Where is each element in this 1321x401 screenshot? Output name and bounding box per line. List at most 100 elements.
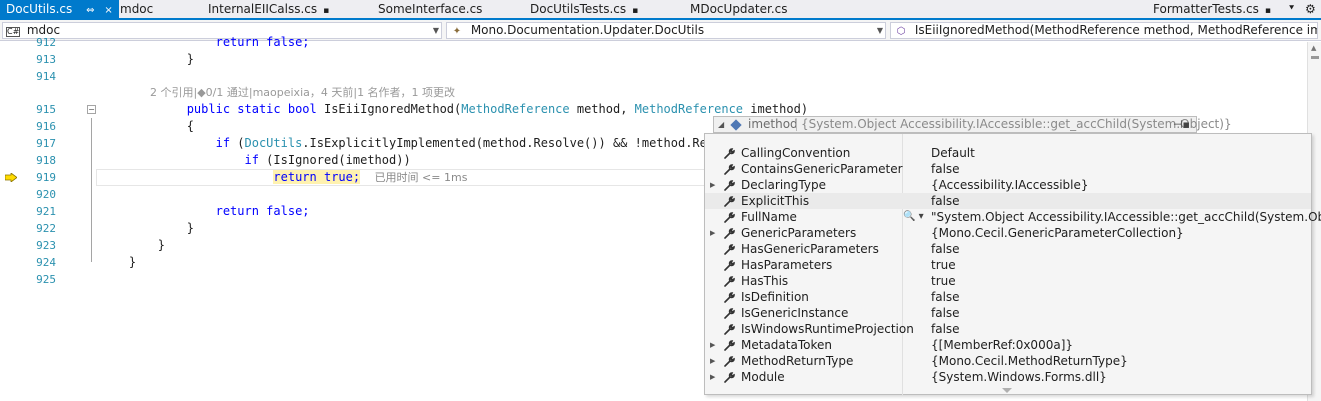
code-line[interactable]: if (DocUtils.IsExplicitlyImplemented(met… <box>100 135 765 152</box>
member-value[interactable]: true <box>931 273 956 289</box>
expand-icon[interactable]: ▶ <box>710 353 715 369</box>
codelens-info[interactable]: 2 个引用|◆0/1 通过|maopeixia，4 天前|1 名作者，1 项更改 <box>150 84 455 101</box>
line-number: 922 <box>36 222 56 235</box>
member-value[interactable]: {Mono.Cecil.GenericParameterCollection} <box>931 225 1184 241</box>
member-value[interactable]: true <box>931 257 956 273</box>
gear-icon[interactable]: ⚙ <box>1305 0 1316 18</box>
wrench-icon <box>724 372 735 383</box>
tab-formattertests[interactable]: FormatterTests.cs ▪ <box>1153 0 1271 18</box>
member-value[interactable]: {[MemberRef:0x000a]} <box>931 337 1073 353</box>
code-line[interactable]: if (IsIgnored(imethod)) <box>100 152 411 169</box>
expand-icon[interactable]: ▶ <box>710 369 715 385</box>
member-value[interactable]: {System.Windows.Forms.dll} <box>931 369 1107 385</box>
member-value[interactable]: {Mono.Cecil.MethodReturnType} <box>931 353 1128 369</box>
code-line[interactable]: return false; <box>100 34 310 51</box>
document-tab-bar: DocUtils.cs ⇔ × mdoc InternalEIICalss.cs… <box>0 0 1321 20</box>
expand-icon[interactable]: ▶ <box>710 225 715 241</box>
code-token: true; <box>316 170 361 184</box>
member-name: IsEiiIgnoredMethod(MethodReference metho… <box>914 23 1318 37</box>
wrench-icon <box>724 148 735 159</box>
datatip-row[interactable]: ▶ MethodReturnType {Mono.Cecil.MethodRetur… <box>705 353 1311 369</box>
datatip-row[interactable]: ▶ MetadataToken {[MemberRef:0x000a]} <box>705 337 1311 353</box>
member-value[interactable]: false <box>931 289 960 305</box>
member-value[interactable]: {Accessibility.IAccessible} <box>931 177 1089 193</box>
code-line[interactable]: return true; 已用时间 <= 1ms <box>100 169 467 186</box>
datatip-members-panel: CallingConvention Default ContainsGenericP… <box>704 133 1321 396</box>
scroll-down-icon[interactable] <box>1002 388 1012 393</box>
datatip-row[interactable]: FullName 🔍 ▾ "System.Object Accessibility.… <box>705 209 1321 225</box>
member-name: HasGenericParameters <box>741 242 879 256</box>
line-number: 921 <box>36 205 56 218</box>
tab-internaleiicalss[interactable]: InternalEIICalss.cs ▪ <box>208 0 329 18</box>
member-name: HasParameters <box>741 258 833 272</box>
line-number: 915 <box>36 103 56 116</box>
close-icon[interactable]: × <box>104 5 112 16</box>
tab-overflow-icon[interactable]: ⯆ <box>1288 0 1295 18</box>
code-line[interactable]: } <box>100 237 165 254</box>
type-dropdown[interactable]: ✦ Mono.Documentation.Updater.DocUtils ▼ <box>446 22 886 39</box>
collapse-icon[interactable]: ◢ <box>718 117 724 132</box>
collapse-icon[interactable]: − <box>87 105 96 114</box>
chevron-down-icon: ▼ <box>432 26 439 35</box>
datatip-row[interactable]: ExplicitThis false <box>705 193 1311 209</box>
datatip-variable-name: imethod <box>748 117 798 131</box>
tab-mdoc[interactable]: mdoc <box>120 0 153 18</box>
wrench-icon <box>724 196 735 207</box>
line-number: 925 <box>36 273 56 286</box>
splitter-handle[interactable] <box>1311 56 1319 59</box>
line-number: 916 <box>36 120 56 133</box>
visualizer-magnifier-icon[interactable]: 🔍 ▾ <box>903 209 924 225</box>
perf-tip[interactable]: 已用时间 <= 1ms <box>375 171 468 184</box>
line-number: 923 <box>36 239 56 252</box>
code-line[interactable]: } <box>100 220 194 237</box>
member-value[interactable]: false <box>931 193 960 209</box>
member-value[interactable]: Default <box>931 145 975 161</box>
datatip-row[interactable]: HasParameters true <box>705 257 1311 273</box>
datatip-row[interactable]: ContainsGenericParameter false <box>705 161 1311 177</box>
datatip-row[interactable]: ▶ DeclaringType {Accessibility.IAccessible… <box>705 177 1311 193</box>
member-value[interactable]: false <box>931 321 960 337</box>
datatip-row[interactable]: CallingConvention Default <box>705 145 1311 161</box>
tab-someinterface[interactable]: SomeInterface.cs <box>378 0 482 18</box>
code-token: method, <box>569 102 635 116</box>
tab-docutilstests[interactable]: DocUtilsTests.cs ▪ <box>530 0 638 18</box>
member-value[interactable]: false <box>931 305 960 321</box>
code-line[interactable]: { <box>100 118 194 135</box>
current-statement[interactable]: return true; <box>273 170 361 184</box>
member-value[interactable]: "System.Object Accessibility.IAccessible… <box>931 209 1321 225</box>
datatip-row[interactable]: HasThis true <box>705 273 1311 289</box>
datatip-row[interactable]: HasGenericParameters false <box>705 241 1311 257</box>
pin-icon[interactable]: ⇔ <box>86 5 94 16</box>
datatip-row[interactable]: IsDefinition false <box>705 289 1311 305</box>
code-line[interactable]: } <box>100 51 194 68</box>
chevron-down-icon: ▼ <box>876 26 883 35</box>
tab-mdocupdater[interactable]: MDocUpdater.cs <box>690 0 788 18</box>
tab-docutils[interactable]: DocUtils.cs ⇔ × <box>0 0 119 18</box>
datatip-variable-value[interactable]: {System.Object Accessibility.IAccessible… <box>801 117 1232 132</box>
datatip-row[interactable]: IsGenericInstance false <box>705 305 1311 321</box>
datatip-row[interactable]: ▶ GenericParameters {Mono.Cecil.GenericPar… <box>705 225 1311 241</box>
member-value[interactable]: false <box>931 241 960 257</box>
pin-icon[interactable]: ⊣▪ <box>1173 117 1190 132</box>
preview-tab-icon: ▪ <box>1264 6 1271 16</box>
expand-icon[interactable]: ▶ <box>710 177 715 193</box>
code-line[interactable]: } <box>100 254 136 271</box>
class-icon: ✦ <box>452 26 462 37</box>
code-line[interactable]: public static bool IsEiiIgnoredMethod(Me… <box>100 101 808 118</box>
wrench-icon <box>724 356 735 367</box>
indicator-margin[interactable] <box>0 42 20 401</box>
datatip-separator <box>796 119 797 131</box>
method-icon: ⬡ <box>896 26 906 37</box>
datatip-row[interactable]: IsWindowsRuntimeProjection false <box>705 321 1311 337</box>
member-value[interactable]: false <box>931 161 960 177</box>
member-dropdown[interactable]: ⬡ IsEiiIgnoredMethod(MethodReference met… <box>890 22 1318 39</box>
scroll-up-icon[interactable]: ▲ <box>1311 44 1316 52</box>
datatip-header[interactable]: ◢ imethod {System.Object Accessibility.I… <box>713 116 1232 133</box>
expand-icon[interactable]: ▶ <box>710 337 715 353</box>
code-line[interactable]: return false; <box>100 203 310 220</box>
type-name: Mono.Documentation.Updater.DocUtils <box>470 23 705 37</box>
datatip-row[interactable]: ▶ Module {System.Windows.Forms.dll} <box>705 369 1311 385</box>
wrench-icon <box>724 228 735 239</box>
